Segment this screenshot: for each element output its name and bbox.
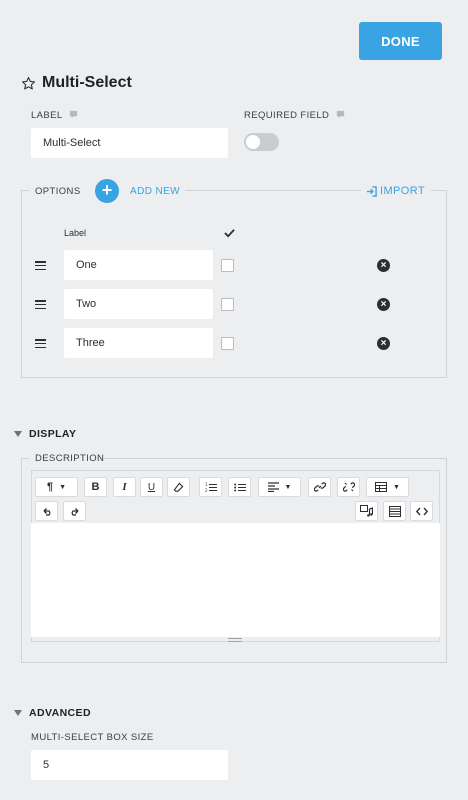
redo-button[interactable] (63, 501, 86, 521)
drag-handle-icon[interactable] (35, 339, 46, 348)
eraser-icon (173, 482, 184, 492)
code-icon (415, 507, 428, 515)
done-button[interactable]: DONE (359, 22, 442, 60)
option-default-checkbox[interactable] (221, 259, 234, 272)
add-option-icon[interactable]: + (95, 179, 119, 203)
label-caption: LABEL (31, 110, 78, 121)
svg-text:2: 2 (205, 488, 208, 493)
underline-button[interactable]: U (140, 477, 163, 497)
bold-button[interactable]: B (84, 477, 107, 497)
bullet-list-icon (233, 483, 246, 491)
toggle-knob (246, 135, 260, 149)
option-default-checkbox[interactable] (221, 298, 234, 311)
add-new-link[interactable]: ADD NEW (130, 186, 180, 197)
description-editor-area[interactable] (31, 523, 440, 637)
divider (185, 190, 361, 191)
remove-option-icon[interactable]: × (377, 298, 390, 311)
paragraph-format-dropdown[interactable]: ¶ ▼ (35, 477, 78, 497)
insert-link-button[interactable] (308, 477, 331, 497)
option-label-input[interactable]: Two (64, 289, 213, 319)
option-label-input[interactable]: Three (64, 328, 213, 358)
required-field-toggle[interactable] (244, 133, 279, 151)
description-caption: DESCRIPTION (35, 453, 105, 464)
import-link[interactable]: IMPORT (366, 185, 425, 197)
code-view-button[interactable] (410, 501, 433, 521)
resize-handle-icon[interactable] (228, 638, 242, 642)
unlink-button[interactable] (337, 477, 360, 497)
insert-media-button[interactable] (355, 501, 378, 521)
clear-format-button[interactable] (167, 477, 190, 497)
undo-icon (43, 508, 50, 516)
caret-down-icon: ▼ (59, 483, 67, 491)
html-view-button[interactable] (383, 501, 406, 521)
italic-button[interactable]: I (113, 477, 136, 497)
media-icon (360, 505, 373, 517)
align-dropdown[interactable]: ▼ (258, 477, 301, 497)
align-left-icon (267, 482, 279, 492)
unlink-icon (342, 482, 355, 492)
divider (431, 190, 447, 191)
paragraph-icon: ¶ (46, 481, 54, 493)
redo-icon (71, 508, 78, 516)
display-section-title: DISPLAY (29, 428, 77, 440)
divider (102, 458, 447, 459)
remove-option-icon[interactable]: × (377, 337, 390, 350)
option-label-input[interactable]: One (64, 250, 213, 280)
label-input[interactable]: Multi-Select (31, 128, 228, 158)
required-field-caption: REQUIRED FIELD (244, 110, 345, 121)
advanced-section-title: ADVANCED (29, 707, 91, 719)
comment-icon[interactable] (336, 110, 345, 119)
remove-option-icon[interactable]: × (377, 259, 390, 272)
bullet-list-button[interactable] (228, 477, 251, 497)
caret-down-icon: ▼ (393, 483, 400, 491)
checkmark-icon (224, 229, 235, 238)
drag-handle-icon[interactable] (35, 261, 46, 270)
table-dropdown[interactable]: ▼ (366, 477, 409, 497)
field-title-row: Multi-Select (21, 74, 132, 92)
divider (21, 458, 29, 459)
options-caption: OPTIONS (33, 186, 83, 197)
caret-down-icon: ▼ (284, 483, 292, 491)
drag-handle-icon[interactable] (35, 300, 46, 309)
undo-button[interactable] (35, 501, 58, 521)
star-icon[interactable] (21, 76, 36, 91)
caret-down-icon (14, 710, 22, 716)
column-label-header: Label (64, 228, 87, 238)
link-icon (313, 482, 326, 492)
ordered-list-icon: 12 (205, 482, 217, 493)
comment-icon[interactable] (69, 110, 78, 119)
option-default-checkbox[interactable] (221, 337, 234, 350)
import-icon (366, 185, 377, 197)
divider (21, 190, 29, 191)
caret-down-icon (14, 431, 22, 437)
display-section-toggle[interactable]: DISPLAY (14, 428, 76, 440)
table-icon (375, 482, 388, 492)
svg-text:1: 1 (205, 482, 208, 487)
advanced-section-toggle[interactable]: ADVANCED (14, 707, 91, 719)
box-size-caption: MULTI-SELECT BOX SIZE (31, 732, 154, 743)
ordered-list-button[interactable]: 12 (199, 477, 222, 497)
list-view-icon (388, 505, 401, 517)
field-title: Multi-Select (42, 74, 132, 91)
box-size-input[interactable]: 5 (31, 750, 228, 780)
